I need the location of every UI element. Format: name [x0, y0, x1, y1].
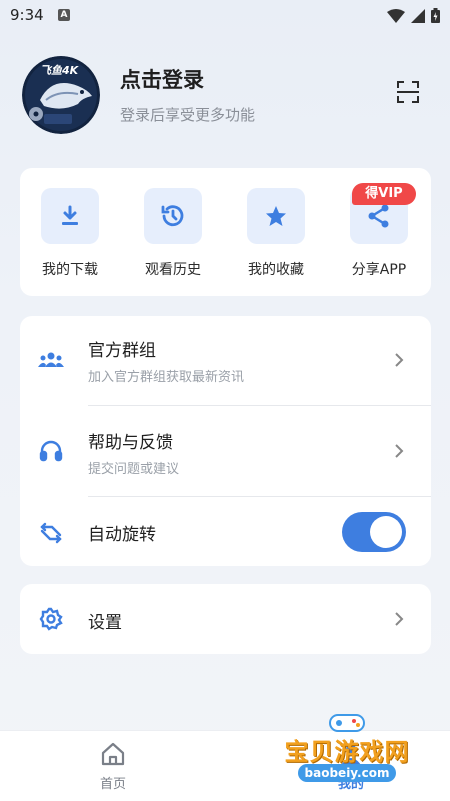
watermark-title: 宝贝游戏网 [284, 738, 410, 766]
settings-title: 设置 [88, 613, 122, 633]
auto-rotate-toggle[interactable] [342, 512, 406, 552]
watch-history-button[interactable]: 观看历史 [128, 188, 218, 279]
help-feedback-row[interactable]: 帮助与反馈 提交问题或建议 [20, 406, 431, 496]
avatar-logo-text: 飞鱼4K [40, 64, 79, 77]
watermark-url: baobeiy.com [298, 764, 396, 782]
row-subtitle: 加入官方群组获取最新资讯 [88, 370, 245, 385]
history-icon [144, 188, 202, 244]
chevron-right-icon [395, 612, 404, 626]
home-icon [101, 742, 125, 766]
star-icon [247, 188, 305, 244]
quick-label: 我的下载 [42, 262, 98, 278]
notification-icon: A [58, 9, 70, 21]
signal-icon [411, 8, 425, 23]
watermark: 宝贝游戏网 baobeiy.com [276, 712, 418, 798]
wifi-icon [387, 8, 405, 23]
headset-icon [38, 438, 64, 464]
status-icons [387, 8, 440, 23]
chevron-right-icon [395, 444, 404, 458]
row-subtitle: 提交问题或建议 [88, 462, 180, 477]
quick-label: 我的收藏 [248, 262, 304, 278]
battery-icon [431, 8, 440, 23]
download-icon [41, 188, 99, 244]
gamepad-icon [329, 714, 365, 732]
quick-label: 分享APP [351, 262, 407, 278]
status-bar: 9:34 A [0, 0, 450, 30]
nav-home-tab[interactable]: 首页 [78, 741, 148, 792]
rotate-icon [38, 520, 64, 546]
settings-card[interactable]: 设置 [20, 584, 431, 654]
row-title: 帮助与反馈 [88, 433, 173, 453]
menu-card: 官方群组 加入官方群组获取最新资讯 帮助与反馈 提交问题或建议 自动旋转 [20, 316, 431, 566]
row-title: 自动旋转 [88, 525, 156, 545]
avatar[interactable]: 飞鱼4K [22, 56, 100, 134]
gear-icon [38, 606, 64, 632]
status-time: 9:34 [10, 6, 44, 24]
my-favorites-button[interactable]: 我的收藏 [231, 188, 321, 279]
group-icon [38, 347, 64, 373]
official-group-row[interactable]: 官方群组 加入官方群组获取最新资讯 [20, 316, 431, 406]
login-title[interactable]: 点击登录 [120, 64, 204, 94]
nav-home-label: 首页 [99, 777, 126, 792]
row-title: 官方群组 [88, 341, 156, 361]
quick-label: 观看历史 [145, 262, 201, 278]
login-subtitle: 登录后享受更多功能 [120, 106, 256, 124]
my-downloads-button[interactable]: 我的下载 [25, 188, 115, 279]
vip-badge: 得VIP [352, 183, 416, 205]
toggle-knob [370, 516, 402, 548]
scan-icon[interactable] [396, 80, 420, 104]
chevron-right-icon [395, 353, 404, 367]
